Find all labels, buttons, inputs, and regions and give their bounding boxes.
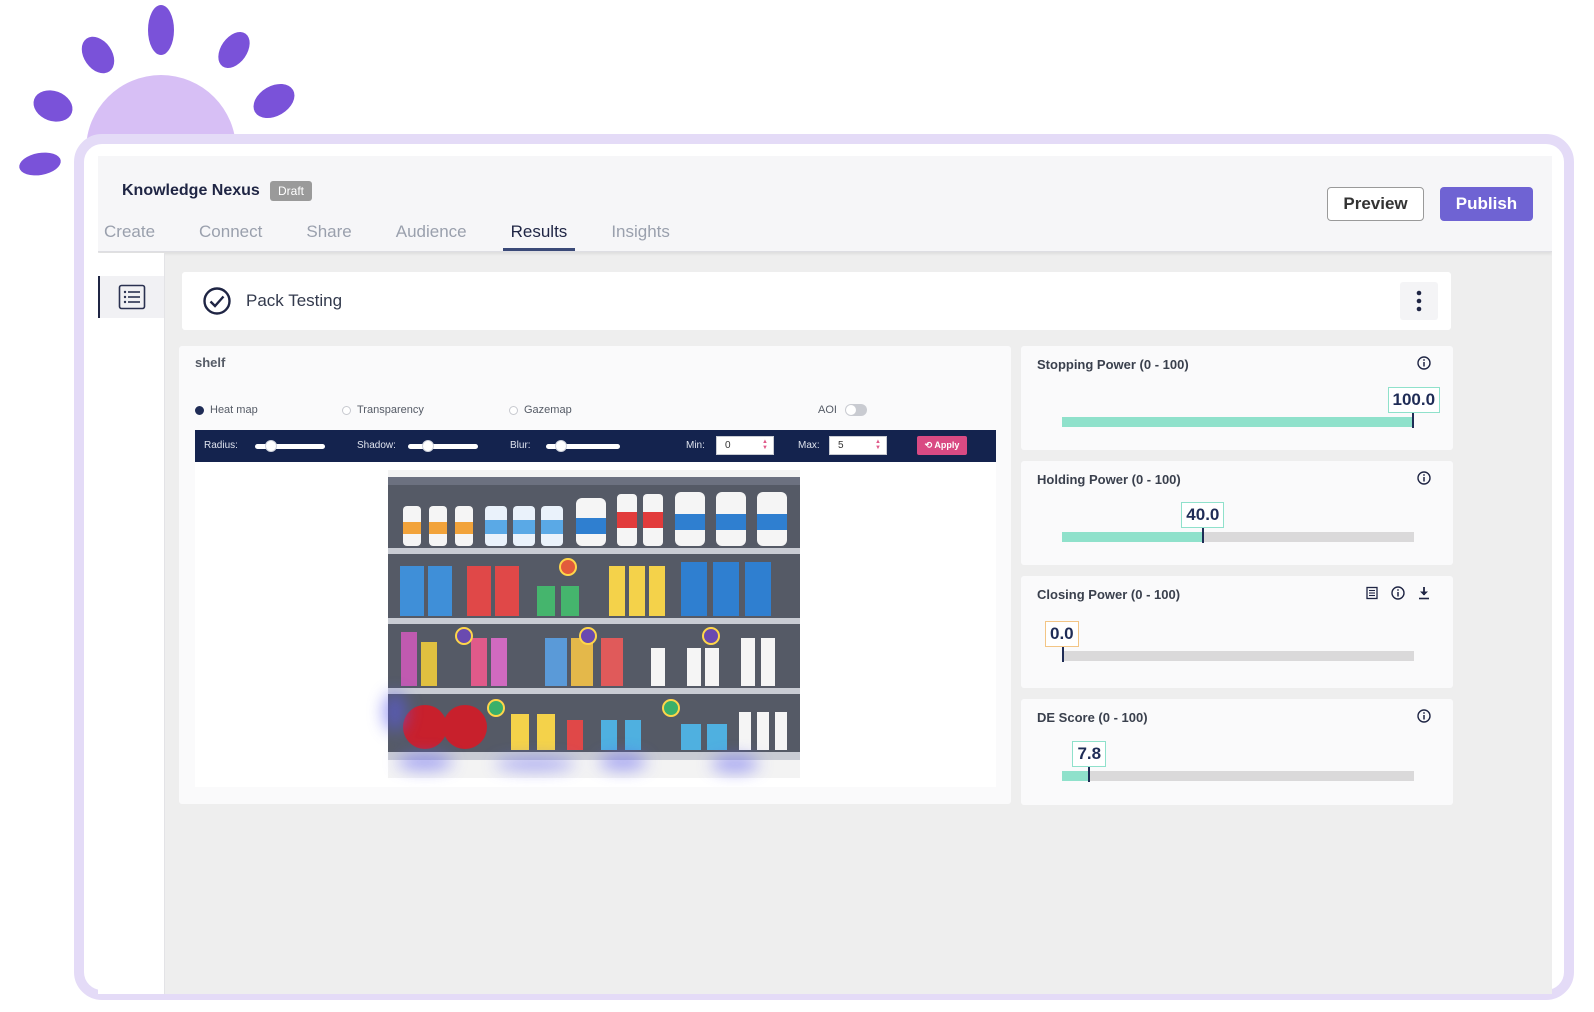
metric-card-de-score: DE Score (0 - 100) 7.8: [1021, 699, 1453, 805]
shelf-image[interactable]: [195, 462, 996, 787]
metric-bar-marker: [1088, 767, 1091, 782]
min-input[interactable]: 0 ▲ ▼: [716, 436, 774, 455]
tab-results[interactable]: Results: [502, 222, 576, 251]
mode-label: Transparency: [357, 404, 424, 416]
metric-bar-marker: [1201, 528, 1204, 543]
metric-actions: [1417, 471, 1431, 485]
stimulus-label: shelf: [195, 355, 226, 370]
tab-connect[interactable]: Connect: [199, 222, 262, 251]
page-title: Pack Testing: [246, 291, 343, 310]
publish-button[interactable]: Publish: [1440, 187, 1533, 221]
petal: [253, 83, 295, 119]
petal: [19, 152, 61, 176]
info-icon[interactable]: [1417, 709, 1431, 723]
metric-value: 0.0: [1045, 621, 1079, 647]
radio-selected-icon: [195, 405, 204, 415]
metric-value: 100.0: [1387, 387, 1441, 413]
metric-bar: [1062, 767, 1414, 782]
mode-heat-map[interactable]: Heat map: [195, 404, 258, 416]
refresh-icon: ⟲: [924, 440, 935, 450]
view-mode-options: Heat map Transparency Gazemap AOI: [195, 404, 875, 420]
slider-handle[interactable]: [555, 440, 567, 452]
aoi-toggle[interactable]: [844, 404, 867, 416]
kebab-menu-icon: [1416, 290, 1422, 312]
metric-bar-marker: [1062, 647, 1064, 662]
shadow-label: Shadow:: [357, 440, 396, 451]
radio-icon: [342, 405, 351, 415]
petal: [148, 5, 174, 55]
min-label: Min:: [686, 440, 705, 451]
mode-label: Heat map: [210, 404, 258, 416]
info-icon[interactable]: [1391, 586, 1405, 600]
metric-card-closing-power: Closing Power (0 - 100) 0.0: [1021, 576, 1453, 688]
blur-slider[interactable]: [546, 440, 620, 452]
list-icon: [118, 284, 146, 310]
mode-label: Gazemap: [524, 404, 572, 416]
sidebar: [98, 253, 165, 994]
petal: [33, 90, 73, 122]
metric-bar: [1062, 647, 1414, 662]
slider-handle[interactable]: [265, 440, 277, 452]
top-bar: Knowledge Nexus Draft Create Connect Sha…: [98, 156, 1552, 252]
check-circle-icon: [203, 287, 231, 315]
mode-gazemap[interactable]: Gazemap: [509, 404, 572, 416]
metric-bar-fill: [1062, 417, 1414, 427]
metric-value: 7.8: [1072, 741, 1107, 767]
petal: [218, 31, 250, 69]
info-icon[interactable]: [1417, 471, 1431, 485]
app-title: Knowledge Nexus: [122, 182, 260, 199]
apply-button[interactable]: ⟲ Apply: [917, 436, 967, 455]
stepper-icon[interactable]: ▲ ▼: [875, 439, 881, 451]
stimulus-viewer: [195, 462, 996, 787]
stepper-icon[interactable]: ▲ ▼: [762, 439, 768, 451]
metric-value: 40.0: [1181, 502, 1225, 528]
max-value: 5: [838, 440, 844, 451]
page-header: Pack Testing: [182, 272, 1451, 330]
mode-transparency[interactable]: Transparency: [342, 404, 424, 416]
metric-bar: [1062, 528, 1414, 543]
metric-title: Holding Power (0 - 100): [1037, 472, 1181, 487]
radio-icon: [509, 405, 518, 415]
metric-actions: [1417, 356, 1431, 370]
slider-handle[interactable]: [422, 440, 434, 452]
metric-bar-fill: [1062, 532, 1203, 542]
more-options-button[interactable]: [1400, 282, 1438, 320]
metric-bar: [1062, 413, 1414, 428]
info-icon[interactable]: [1417, 356, 1431, 370]
radius-slider[interactable]: [255, 440, 325, 452]
metric-bar-fill: [1062, 771, 1090, 781]
min-value: 0: [725, 440, 731, 451]
tab-create[interactable]: Create: [104, 222, 155, 251]
metric-card-stopping-power: Stopping Power (0 - 100) 100.0: [1021, 346, 1453, 450]
status-badge: Draft: [270, 181, 313, 201]
max-label: Max:: [798, 440, 820, 451]
metric-actions: [1365, 586, 1431, 600]
aoi-control: AOI: [818, 404, 867, 416]
report-icon[interactable]: [1365, 586, 1379, 600]
tab-audience[interactable]: Audience: [396, 222, 467, 251]
radius-label: Radius:: [204, 440, 238, 451]
metric-bar-marker: [1412, 413, 1414, 428]
tab-insights[interactable]: Insights: [611, 222, 670, 251]
apply-label: Apply: [934, 440, 960, 450]
shelf-viewer-card: shelf Heat map Transparency Gazemap AOI …: [179, 346, 1011, 804]
aoi-label: AOI: [818, 404, 837, 416]
metric-title: Stopping Power (0 - 100): [1037, 357, 1189, 372]
metric-card-holding-power: Holding Power (0 - 100) 40.0: [1021, 461, 1453, 565]
app-window: Knowledge Nexus Draft Create Connect Sha…: [98, 156, 1552, 994]
main-tabs: Create Connect Share Audience Results In…: [104, 222, 714, 251]
heatmap-controls: Radius: Shadow: Blur: Min: 0 ▲ ▼ Max: 5 ▲ ▼ …: [195, 430, 996, 462]
blur-label: Blur:: [510, 440, 531, 451]
tab-share[interactable]: Share: [306, 222, 351, 251]
download-icon[interactable]: [1417, 586, 1431, 600]
sidebar-item-list[interactable]: [98, 276, 164, 318]
preview-button[interactable]: Preview: [1327, 187, 1424, 221]
petal: [81, 36, 115, 74]
metric-title: DE Score (0 - 100): [1037, 710, 1148, 725]
max-input[interactable]: 5 ▲ ▼: [829, 436, 887, 455]
metric-actions: [1417, 709, 1431, 723]
shadow-slider[interactable]: [408, 440, 478, 452]
metric-title: Closing Power (0 - 100): [1037, 587, 1181, 602]
